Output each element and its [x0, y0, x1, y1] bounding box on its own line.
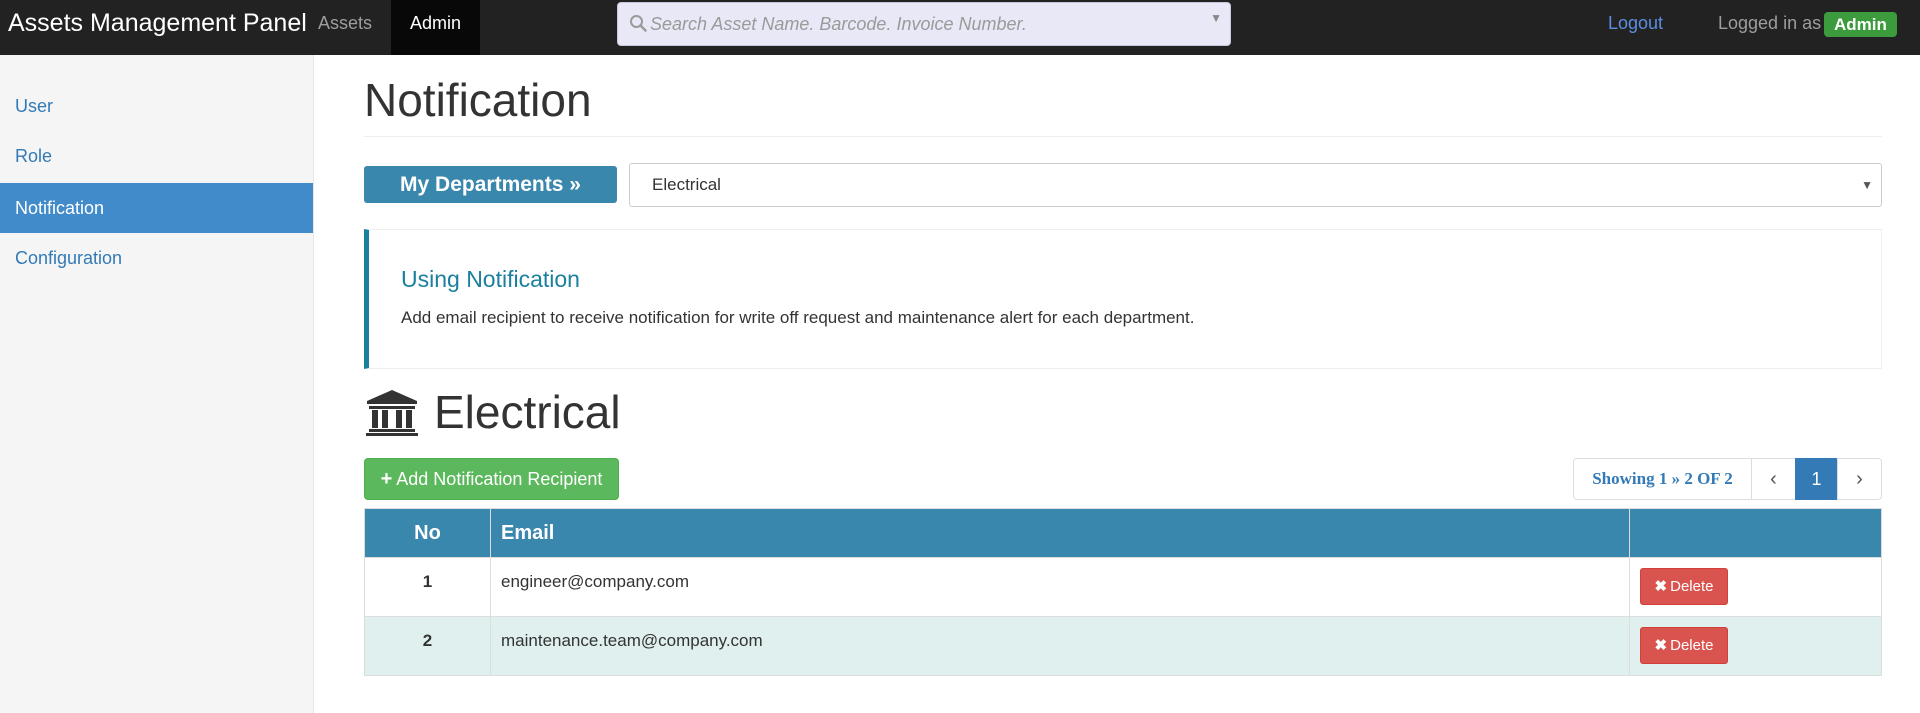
delete-button[interactable]: ✖ Delete [1640, 627, 1728, 664]
row-number: 1 [364, 557, 491, 617]
column-header-no: No [364, 508, 491, 558]
row-actions: ✖ Delete [1629, 616, 1882, 676]
sidebar-item-notification[interactable]: Notification [0, 183, 313, 233]
table-header-row: No Email [364, 508, 1882, 558]
delete-button[interactable]: ✖ Delete [1640, 568, 1728, 605]
add-button-label: Add Notification Recipient [396, 469, 603, 489]
row-email: engineer@company.com [490, 557, 1630, 617]
asset-search[interactable]: ▼ [617, 2, 1231, 46]
chevron-right-icon[interactable]: › [1837, 458, 1882, 500]
section-title: Electrical [434, 386, 621, 438]
add-notification-recipient-button[interactable]: + Add Notification Recipient [364, 458, 619, 500]
callout-text: Add email recipient to receive notificat… [401, 308, 1195, 327]
logout-link[interactable]: Logout [1608, 0, 1663, 46]
recipients-table: No Email 1 engineer@company.com ✖ Delete … [364, 508, 1882, 676]
pagination-info: Showing 1 » 2 OF 2 [1573, 458, 1752, 500]
search-input[interactable] [650, 9, 1200, 39]
department-select[interactable]: Electrical ▼ [629, 163, 1882, 207]
delete-label: Delete [1670, 578, 1714, 595]
department-select-value: Electrical [652, 175, 721, 194]
row-email: maintenance.team@company.com [490, 616, 1630, 676]
top-navbar: Assets Management Panel Assets Admin ▼ L… [0, 0, 1920, 55]
nav-tab-admin[interactable]: Admin [391, 0, 480, 55]
row-actions: ✖ Delete [1629, 557, 1882, 617]
sidebar-item-role[interactable]: Role [0, 131, 313, 181]
search-icon [630, 15, 647, 32]
info-callout: Using Notification Add email recipient t… [364, 229, 1882, 369]
column-header-action [1629, 508, 1882, 558]
table-row: 1 engineer@company.com ✖ Delete [364, 557, 1882, 617]
page-title: Notification [364, 74, 592, 126]
logged-in-label: Logged in as [1718, 13, 1822, 33]
row-number: 2 [364, 616, 491, 676]
sidebar-item-user[interactable]: User [0, 81, 313, 131]
page-number[interactable]: 1 [1795, 458, 1838, 500]
chevron-down-icon: ▼ [1861, 178, 1873, 192]
delete-label: Delete [1670, 637, 1714, 654]
user-badge: Admin [1824, 12, 1897, 37]
sidebar-item-configuration[interactable]: Configuration [0, 233, 313, 283]
title-divider [364, 136, 1882, 137]
table-row: 2 maintenance.team@company.com ✖ Delete [364, 616, 1882, 676]
times-icon: ✖ [1654, 578, 1668, 595]
nav-tab-assets[interactable]: Assets [305, 0, 385, 55]
bank-icon [366, 390, 418, 436]
plus-icon: + [380, 468, 393, 490]
chevron-left-icon[interactable]: ‹ [1751, 458, 1796, 500]
brand-title[interactable]: Assets Management Panel [8, 0, 307, 55]
sidebar: User Role Notification Configuration [0, 55, 314, 713]
column-header-email: Email [490, 508, 1630, 558]
callout-title: Using Notification [401, 266, 580, 292]
times-icon: ✖ [1654, 637, 1668, 654]
chevron-down-icon[interactable]: ▼ [1210, 11, 1222, 25]
my-departments-button[interactable]: My Departments » [364, 166, 617, 203]
